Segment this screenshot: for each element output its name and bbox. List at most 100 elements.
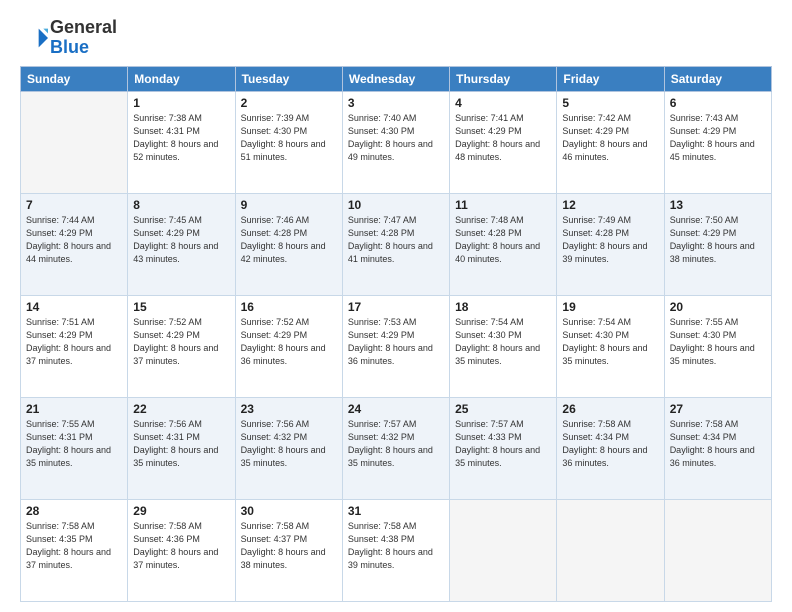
weekday-header-cell: Sunday: [21, 66, 128, 91]
calendar-day-cell: 23Sunrise: 7:56 AMSunset: 4:32 PMDayligh…: [235, 397, 342, 499]
day-info: Sunrise: 7:57 AMSunset: 4:33 PMDaylight:…: [455, 418, 551, 470]
day-number: 25: [455, 402, 551, 416]
day-info: Sunrise: 7:58 AMSunset: 4:36 PMDaylight:…: [133, 520, 229, 572]
calendar-day-cell: [450, 499, 557, 601]
calendar-day-cell: 17Sunrise: 7:53 AMSunset: 4:29 PMDayligh…: [342, 295, 449, 397]
day-info: Sunrise: 7:54 AMSunset: 4:30 PMDaylight:…: [455, 316, 551, 368]
day-number: 20: [670, 300, 766, 314]
day-number: 12: [562, 198, 658, 212]
weekday-header-cell: Thursday: [450, 66, 557, 91]
day-number: 7: [26, 198, 122, 212]
day-info: Sunrise: 7:58 AMSunset: 4:37 PMDaylight:…: [241, 520, 337, 572]
calendar-day-cell: 30 Sunrise: 7:58 AMSunset: 4:37 PMDayligh…: [235, 499, 342, 601]
day-number: 6: [670, 96, 766, 110]
day-info: Sunrise: 7:54 AMSunset: 4:30 PMDaylight:…: [562, 316, 658, 368]
logo-text: General Blue: [50, 18, 117, 58]
calendar-day-cell: [664, 499, 771, 601]
day-number: 22: [133, 402, 229, 416]
day-info: Sunrise: 7:53 AMSunset: 4:29 PMDaylight:…: [348, 316, 444, 368]
day-number: 23: [241, 402, 337, 416]
day-number: 28: [26, 504, 122, 518]
day-number: 11: [455, 198, 551, 212]
calendar-week-row: 21Sunrise: 7:55 AMSunset: 4:31 PMDayligh…: [21, 397, 772, 499]
day-info: Sunrise: 7:47 AMSunset: 4:28 PMDaylight:…: [348, 214, 444, 266]
day-number: 31: [348, 504, 444, 518]
calendar-day-cell: 27 Sunrise: 7:58 AMSunset: 4:34 PMDayligh…: [664, 397, 771, 499]
weekday-header-row: SundayMondayTuesdayWednesdayThursdayFrid…: [21, 66, 772, 91]
calendar-day-cell: 24 Sunrise: 7:57 AMSunset: 4:32 PMDayligh…: [342, 397, 449, 499]
day-number: 8: [133, 198, 229, 212]
day-number: 27: [670, 402, 766, 416]
weekday-header-cell: Monday: [128, 66, 235, 91]
day-number: 10: [348, 198, 444, 212]
calendar-day-cell: 11 Sunrise: 7:48 AMSunset: 4:28 PMDayligh…: [450, 193, 557, 295]
calendar-day-cell: [21, 91, 128, 193]
calendar-week-row: 28 Sunrise: 7:58 AMSunset: 4:35 PMDayligh…: [21, 499, 772, 601]
logo-icon: [20, 24, 48, 52]
logo-general: General: [50, 17, 117, 37]
day-number: 14: [26, 300, 122, 314]
calendar-day-cell: 10 Sunrise: 7:47 AMSunset: 4:28 PMDayligh…: [342, 193, 449, 295]
calendar-day-cell: 22 Sunrise: 7:56 AMSunset: 4:31 PMDayligh…: [128, 397, 235, 499]
day-info: Sunrise: 7:44 AMSunset: 4:29 PMDaylight:…: [26, 214, 122, 266]
day-number: 5: [562, 96, 658, 110]
calendar-day-cell: 7 Sunrise: 7:44 AMSunset: 4:29 PMDaylight…: [21, 193, 128, 295]
calendar-day-cell: 9 Sunrise: 7:46 AMSunset: 4:28 PMDaylight…: [235, 193, 342, 295]
page: General Blue SundayMondayTuesdayWednesda…: [0, 0, 792, 612]
day-number: 18: [455, 300, 551, 314]
day-number: 29: [133, 504, 229, 518]
day-number: 19: [562, 300, 658, 314]
calendar-day-cell: 14Sunrise: 7:51 AMSunset: 4:29 PMDayligh…: [21, 295, 128, 397]
day-info: Sunrise: 7:57 AMSunset: 4:32 PMDaylight:…: [348, 418, 444, 470]
day-number: 16: [241, 300, 337, 314]
day-info: Sunrise: 7:42 AMSunset: 4:29 PMDaylight:…: [562, 112, 658, 164]
calendar-day-cell: 1 Sunrise: 7:38 AMSunset: 4:31 PMDaylight…: [128, 91, 235, 193]
day-number: 26: [562, 402, 658, 416]
day-number: 13: [670, 198, 766, 212]
day-info: Sunrise: 7:58 AMSunset: 4:34 PMDaylight:…: [670, 418, 766, 470]
day-info: Sunrise: 7:58 AMSunset: 4:38 PMDaylight:…: [348, 520, 444, 572]
day-info: Sunrise: 7:58 AMSunset: 4:34 PMDaylight:…: [562, 418, 658, 470]
day-number: 2: [241, 96, 337, 110]
calendar-week-row: 1 Sunrise: 7:38 AMSunset: 4:31 PMDaylight…: [21, 91, 772, 193]
weekday-header-cell: Friday: [557, 66, 664, 91]
calendar-day-cell: 31 Sunrise: 7:58 AMSunset: 4:38 PMDayligh…: [342, 499, 449, 601]
calendar-day-cell: 26 Sunrise: 7:58 AMSunset: 4:34 PMDayligh…: [557, 397, 664, 499]
logo-blue: Blue: [50, 37, 89, 57]
calendar-day-cell: 25 Sunrise: 7:57 AMSunset: 4:33 PMDayligh…: [450, 397, 557, 499]
logo: General Blue: [20, 18, 117, 58]
calendar-day-cell: 12 Sunrise: 7:49 AMSunset: 4:28 PMDayligh…: [557, 193, 664, 295]
calendar-day-cell: 15Sunrise: 7:52 AMSunset: 4:29 PMDayligh…: [128, 295, 235, 397]
calendar-day-cell: 4Sunrise: 7:41 AMSunset: 4:29 PMDaylight…: [450, 91, 557, 193]
calendar-day-cell: 19 Sunrise: 7:54 AMSunset: 4:30 PMDayligh…: [557, 295, 664, 397]
calendar-day-cell: 21Sunrise: 7:55 AMSunset: 4:31 PMDayligh…: [21, 397, 128, 499]
calendar-day-cell: 18 Sunrise: 7:54 AMSunset: 4:30 PMDayligh…: [450, 295, 557, 397]
day-info: Sunrise: 7:39 AMSunset: 4:30 PMDaylight:…: [241, 112, 337, 164]
day-number: 1: [133, 96, 229, 110]
day-number: 30: [241, 504, 337, 518]
calendar-day-cell: 8Sunrise: 7:45 AMSunset: 4:29 PMDaylight…: [128, 193, 235, 295]
header: General Blue: [20, 18, 772, 58]
day-number: 4: [455, 96, 551, 110]
calendar-week-row: 7 Sunrise: 7:44 AMSunset: 4:29 PMDaylight…: [21, 193, 772, 295]
calendar-week-row: 14Sunrise: 7:51 AMSunset: 4:29 PMDayligh…: [21, 295, 772, 397]
calendar-day-cell: 6Sunrise: 7:43 AMSunset: 4:29 PMDaylight…: [664, 91, 771, 193]
calendar-day-cell: 28 Sunrise: 7:58 AMSunset: 4:35 PMDayligh…: [21, 499, 128, 601]
weekday-header-cell: Tuesday: [235, 66, 342, 91]
day-info: Sunrise: 7:49 AMSunset: 4:28 PMDaylight:…: [562, 214, 658, 266]
day-number: 15: [133, 300, 229, 314]
day-info: Sunrise: 7:46 AMSunset: 4:28 PMDaylight:…: [241, 214, 337, 266]
day-info: Sunrise: 7:56 AMSunset: 4:31 PMDaylight:…: [133, 418, 229, 470]
day-number: 9: [241, 198, 337, 212]
day-number: 24: [348, 402, 444, 416]
calendar-day-cell: 5 Sunrise: 7:42 AMSunset: 4:29 PMDaylight…: [557, 91, 664, 193]
calendar-day-cell: 2 Sunrise: 7:39 AMSunset: 4:30 PMDaylight…: [235, 91, 342, 193]
day-info: Sunrise: 7:58 AMSunset: 4:35 PMDaylight:…: [26, 520, 122, 572]
calendar-day-cell: 29 Sunrise: 7:58 AMSunset: 4:36 PMDayligh…: [128, 499, 235, 601]
day-info: Sunrise: 7:38 AMSunset: 4:31 PMDaylight:…: [133, 112, 229, 164]
day-info: Sunrise: 7:48 AMSunset: 4:28 PMDaylight:…: [455, 214, 551, 266]
calendar-table: SundayMondayTuesdayWednesdayThursdayFrid…: [20, 66, 772, 602]
calendar-day-cell: 3Sunrise: 7:40 AMSunset: 4:30 PMDaylight…: [342, 91, 449, 193]
calendar-body: 1 Sunrise: 7:38 AMSunset: 4:31 PMDaylight…: [21, 91, 772, 601]
calendar-day-cell: 13Sunrise: 7:50 AMSunset: 4:29 PMDayligh…: [664, 193, 771, 295]
